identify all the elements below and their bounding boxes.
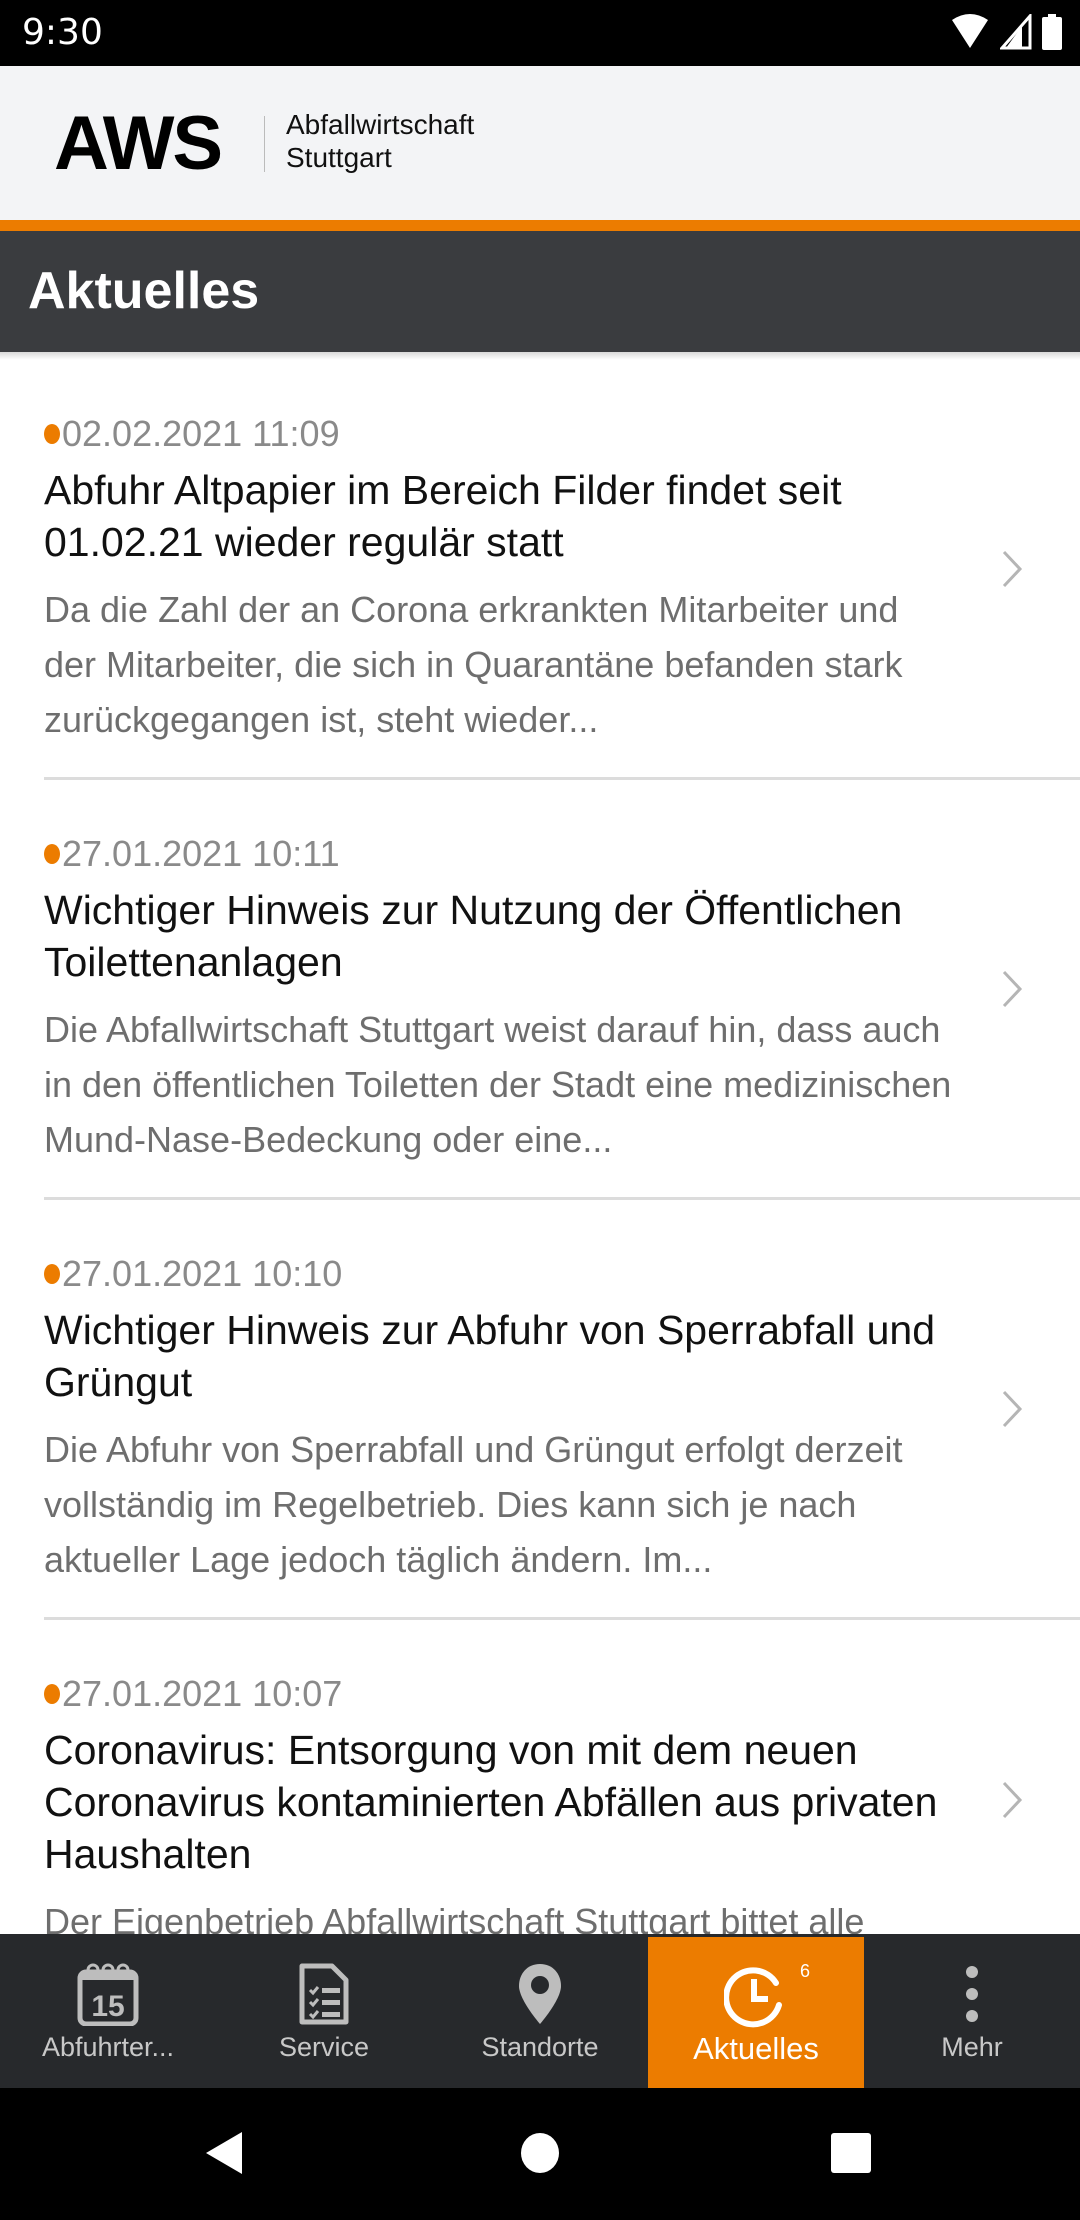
battery-icon [1042,14,1062,50]
wifi-icon [952,14,988,48]
news-date: 02.02.2021 11:09 [62,413,340,454]
tab-service[interactable]: Service [216,1934,432,2088]
title-shadow [0,352,1080,360]
unread-dot-icon [44,1264,60,1284]
news-date: 27.01.2021 10:10 [62,1253,343,1294]
tab-label: Abfuhrter... [41,2032,175,2062]
news-list[interactable]: 02.02.2021 11:09 Abfuhr Altpapier im Ber… [0,360,1080,1934]
calendar-icon: 15 [77,1963,139,2026]
tab-label: Aktuelles [693,2031,819,2066]
tab-aktuelles[interactable]: 6 Aktuelles [648,1937,864,2088]
news-title: Abfuhr Altpapier im Bereich Filder finde… [44,467,842,565]
brand-name: Abfallwirtschaft Stuttgart [286,108,474,174]
news-teaser: Da die Zahl der an Corona erkrankten Mit… [44,589,903,740]
brand-line-2: Stuttgart [286,142,392,173]
news-item[interactable]: 27.01.2021 10:07 Coronavirus: Entsorgung… [44,1620,1080,1934]
unread-dot-icon [44,844,60,864]
news-item[interactable]: 27.01.2021 10:11 Wichtiger Hinweis zur N… [44,780,1080,1200]
news-teaser: Die Abfuhr von Sperrabfall und Grüngut e… [44,1429,903,1580]
home-icon[interactable] [520,2132,560,2174]
status-time: 9:30 [22,12,103,53]
clock-icon [724,1967,782,2028]
status-bar: 9:30 [0,0,1080,66]
news-item[interactable]: 27.01.2021 10:10 Wichtiger Hinweis zur A… [44,1200,1080,1620]
brand-line-1: Abfallwirtschaft [286,109,475,140]
unread-dot-icon [44,424,60,444]
page-title: Aktuelles [28,262,260,320]
accent-bar [0,220,1080,231]
tab-label: Service [278,2032,370,2062]
tab-mehr[interactable]: Mehr [864,1934,1080,2088]
chevron-right-icon [1002,1390,1023,1427]
tab-label: Standorte [481,2032,599,2062]
notification-badge: 6 [799,1961,810,1981]
news-title: Wichtiger Hinweis zur Abfuhr von Sperrab… [44,1307,936,1405]
news-item[interactable]: 02.02.2021 11:09 Abfuhr Altpapier im Ber… [44,360,1080,780]
chevron-right-icon [1002,550,1023,587]
recents-icon[interactable] [830,2132,872,2174]
svg-text:15: 15 [91,1990,124,2023]
news-date: 27.01.2021 10:11 [62,833,340,874]
bottom-tab-bar: 15 Abfuhrter... Service Standorte 6 Aktu… [0,1934,1080,2088]
news-title: Coronavirus: Entsorgung von mit dem neue… [44,1727,938,1877]
checklist-icon [299,1963,349,2025]
tab-abfuhrtermine[interactable]: 15 Abfuhrter... [0,1934,216,2088]
back-icon[interactable] [204,2130,244,2176]
tab-standorte[interactable]: Standorte [432,1934,648,2088]
logo-divider [264,116,265,172]
chevron-right-icon [1002,1781,1023,1818]
page-title-bar: Aktuelles [0,231,1080,352]
news-teaser: Die Abfallwirtschaft Stuttgart weist dar… [44,1009,952,1160]
system-nav-bar [0,2088,1080,2220]
news-date: 27.01.2021 10:07 [62,1673,343,1714]
location-pin-icon [519,1964,561,2024]
chevron-right-icon [1002,970,1023,1007]
more-vertical-icon [966,1966,978,2022]
brand-header: AWS Abfallwirtschaft Stuttgart [0,66,1080,220]
news-title: Wichtiger Hinweis zur Nutzung der Öffent… [44,887,903,985]
unread-dot-icon [44,1684,60,1704]
tab-label: Mehr [941,2032,1003,2062]
cellular-signal-icon [1000,14,1032,50]
aws-logo: AWS [54,101,223,186]
news-teaser: Der Eigenbetrieb Abfallwirtschaft Stuttg… [44,1901,865,1934]
